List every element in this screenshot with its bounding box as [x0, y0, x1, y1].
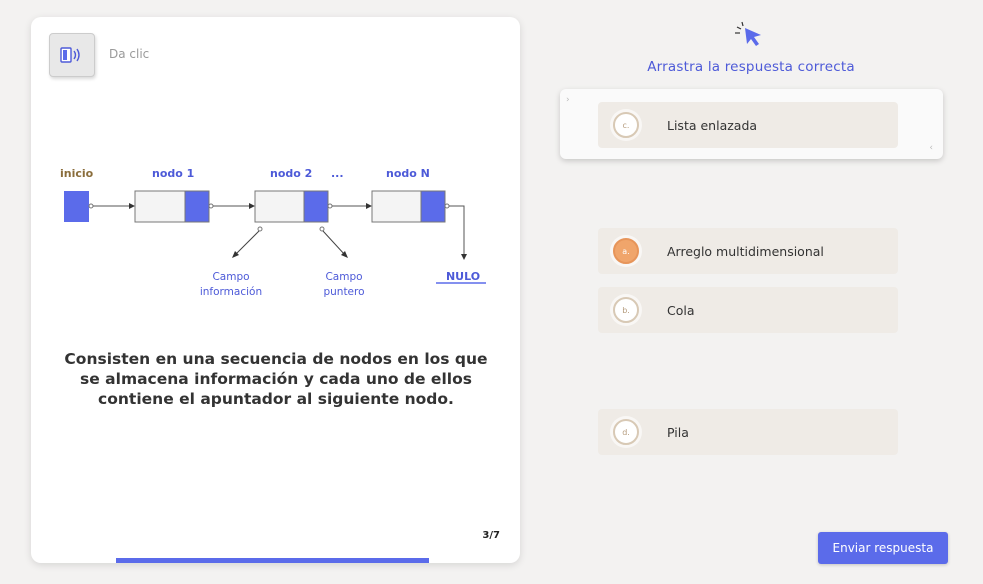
- label-nodeN: nodo N: [386, 167, 430, 180]
- option-label: Lista enlazada: [667, 117, 758, 133]
- option-letter-badge: d.: [613, 419, 639, 445]
- question-text: Consisten en una secuencia de nodos en l…: [64, 350, 488, 408]
- option-b[interactable]: b. Cola: [598, 287, 898, 333]
- pointer-field-label-2: puntero: [323, 286, 364, 298]
- node1-pointer: [184, 190, 210, 223]
- dropped-option[interactable]: c. Lista enlazada: [598, 102, 898, 148]
- null-label: NULO: [446, 270, 480, 283]
- label-node2: nodo 2: [270, 167, 312, 180]
- option-letter-badge: a.: [613, 238, 639, 264]
- drag-instruction: Arrastra la respuesta correcta: [647, 59, 855, 75]
- question-card: Da clic inicio nodo 1 nodo 2 ... nodo N: [31, 17, 520, 563]
- option-a[interactable]: a. Arreglo multidimensional: [598, 228, 898, 274]
- label-node1: nodo 1: [152, 167, 194, 180]
- chevron-right-icon: ›: [566, 95, 570, 105]
- start-pointer-box: [64, 191, 89, 222]
- label-ellipsis: ...: [331, 167, 344, 180]
- chevron-left-icon: ‹: [929, 143, 933, 153]
- option-label: Arreglo multidimensional: [667, 243, 824, 259]
- nodeN-pointer: [420, 190, 446, 223]
- option-letter-badge: c.: [613, 112, 639, 138]
- node1-info: [134, 190, 186, 223]
- label-start: inicio: [60, 167, 94, 180]
- info-field-label-2: información: [200, 286, 262, 298]
- submit-button[interactable]: Enviar respuesta: [818, 532, 948, 564]
- info-field-label-1: Campo: [212, 271, 249, 283]
- progress-bar: [116, 558, 429, 563]
- option-letter-badge: b.: [613, 297, 639, 323]
- node2-pointer: [303, 190, 329, 223]
- option-d[interactable]: d. Pila: [598, 409, 898, 455]
- linked-list-diagram: inicio nodo 1 nodo 2 ... nodo N Campo in…: [60, 167, 486, 298]
- cursor-click-icon: [735, 21, 761, 46]
- pointer-field-label-1: Campo: [325, 271, 362, 283]
- option-label: Cola: [667, 302, 695, 318]
- option-label: Pila: [667, 424, 689, 440]
- node2-info: [254, 190, 305, 223]
- nodeN-info: [371, 190, 422, 223]
- page-indicator: 3/7: [482, 530, 500, 541]
